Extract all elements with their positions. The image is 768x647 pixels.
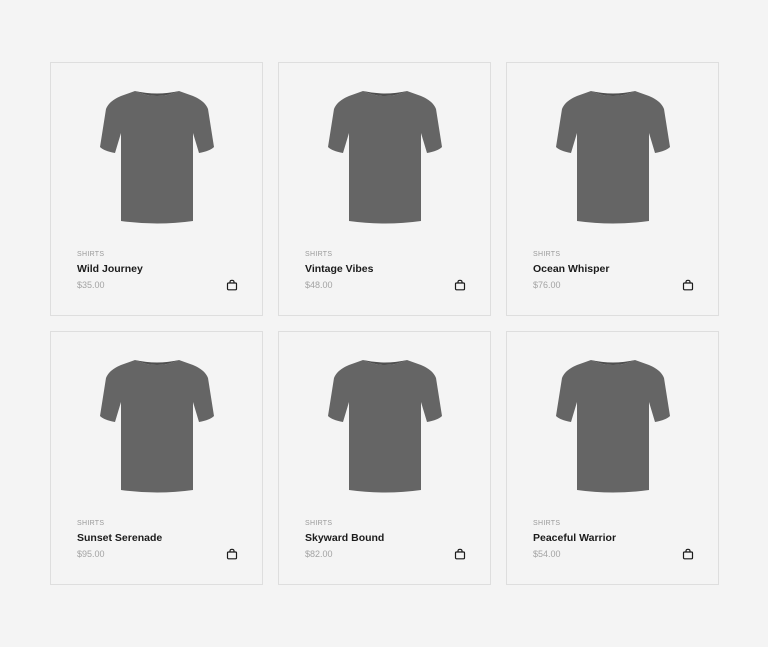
add-to-cart-button[interactable] [454, 279, 466, 291]
product-category: SHIRTS [533, 251, 561, 258]
product-category: SHIRTS [305, 251, 333, 258]
t-shirt-image [556, 91, 670, 224]
add-to-cart-button[interactable] [226, 548, 238, 560]
add-to-cart-button[interactable] [454, 548, 466, 560]
shopping-bag-icon [682, 279, 694, 291]
product-image[interactable] [325, 87, 445, 227]
product-image[interactable] [553, 87, 673, 227]
product-category: SHIRTS [77, 520, 105, 527]
product-card[interactable]: SHIRTS Ocean Whisper $76.00 [506, 62, 719, 316]
product-name[interactable]: Sunset Serenade [77, 532, 162, 544]
product-price: $76.00 [533, 280, 561, 290]
t-shirt-image [100, 91, 214, 224]
shopping-bag-icon [454, 279, 466, 291]
product-category: SHIRTS [533, 520, 561, 527]
product-price: $95.00 [77, 549, 105, 559]
t-shirt-image [328, 91, 442, 224]
product-card[interactable]: SHIRTS Vintage Vibes $48.00 [278, 62, 491, 316]
product-image[interactable] [97, 356, 217, 496]
shopping-bag-icon [682, 548, 694, 560]
product-card[interactable]: SHIRTS Skyward Bound $82.00 [278, 331, 491, 585]
t-shirt-image [328, 360, 442, 493]
product-name[interactable]: Vintage Vibes [305, 263, 373, 275]
product-card[interactable]: SHIRTS Wild Journey $35.00 [50, 62, 263, 316]
product-price: $35.00 [77, 280, 105, 290]
add-to-cart-button[interactable] [226, 279, 238, 291]
shopping-bag-icon [454, 548, 466, 560]
product-category: SHIRTS [305, 520, 333, 527]
product-category: SHIRTS [77, 251, 105, 258]
product-name[interactable]: Peaceful Warrior [533, 532, 616, 544]
product-name[interactable]: Skyward Bound [305, 532, 384, 544]
product-price: $48.00 [305, 280, 333, 290]
product-price: $82.00 [305, 549, 333, 559]
product-card[interactable]: SHIRTS Sunset Serenade $95.00 [50, 331, 263, 585]
add-to-cart-button[interactable] [682, 548, 694, 560]
add-to-cart-button[interactable] [682, 279, 694, 291]
product-grid: SHIRTS Wild Journey $35.00 SHIRTS Vintag… [50, 62, 719, 585]
shopping-bag-icon [226, 279, 238, 291]
t-shirt-image [100, 360, 214, 493]
product-card[interactable]: SHIRTS Peaceful Warrior $54.00 [506, 331, 719, 585]
product-name[interactable]: Wild Journey [77, 263, 143, 275]
t-shirt-image [556, 360, 670, 493]
product-name[interactable]: Ocean Whisper [533, 263, 609, 275]
product-image[interactable] [325, 356, 445, 496]
product-image[interactable] [97, 87, 217, 227]
shopping-bag-icon [226, 548, 238, 560]
product-price: $54.00 [533, 549, 561, 559]
product-image[interactable] [553, 356, 673, 496]
